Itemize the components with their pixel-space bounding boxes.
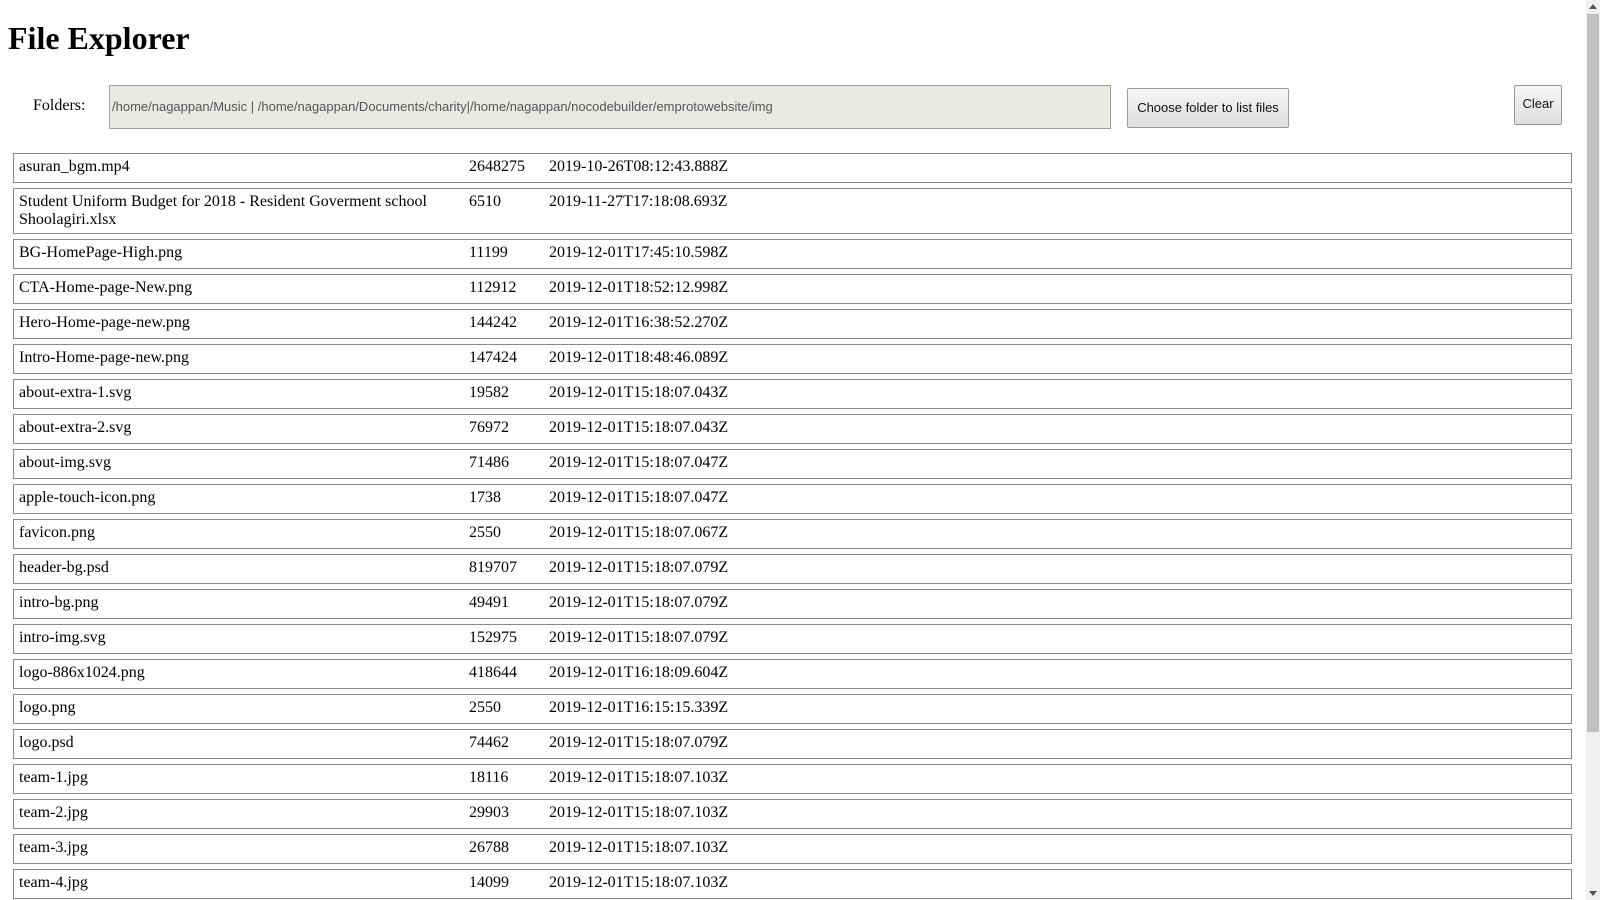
file-name: about-img.svg: [19, 454, 111, 471]
page-title: File Explorer: [8, 20, 190, 56]
file-size: 76972: [469, 419, 509, 436]
file-date: 2019-12-01T16:18:09.604Z: [549, 664, 729, 681]
file-date: 2019-12-01T15:18:07.079Z: [549, 629, 729, 646]
file-size: 1738: [469, 489, 501, 506]
file-date: 2019-12-01T15:18:07.079Z: [549, 594, 729, 611]
file-size: 6510: [469, 193, 501, 210]
file-date: 2019-12-01T15:18:07.067Z: [549, 524, 729, 541]
file-name: intro-bg.png: [19, 594, 99, 611]
file-size: 147424: [469, 349, 517, 366]
file-name: logo-886x1024.png: [19, 664, 145, 681]
file-size: 152975: [469, 629, 517, 646]
file-size: 29903: [469, 804, 509, 821]
file-size: 74462: [469, 734, 509, 751]
file-date: 2019-12-01T15:18:07.047Z: [549, 489, 729, 506]
file-row[interactable]: team-2.jpg 29903 2019-12-01T15:18:07.103Z: [13, 799, 1572, 829]
file-row[interactable]: team-1.jpg 18116 2019-12-01T15:18:07.103Z: [13, 764, 1572, 794]
folders-label: Folders:: [33, 97, 86, 114]
file-size: 418644: [469, 664, 517, 681]
file-name: CTA-Home-page-New.png: [19, 279, 193, 296]
file-name: BG-HomePage-High.png: [19, 244, 183, 261]
file-list: asuran_bgm.mp4 2648275 2019-10-26T08:12:43…: [13, 153, 1572, 900]
file-row[interactable]: intro-bg.png 49491 2019-12-01T15:18:07.079…: [13, 589, 1572, 619]
file-row[interactable]: logo.psd 74462 2019-12-01T15:18:07.079Z: [13, 729, 1572, 759]
file-date: 2019-12-01T16:15:15.339Z: [549, 699, 729, 716]
file-date: 2019-12-01T18:52:12.998Z: [549, 279, 729, 296]
scroll-up-arrow-icon[interactable]: [1589, 4, 1597, 9]
file-name: logo.png: [19, 699, 76, 716]
file-row[interactable]: intro-img.svg 152975 2019-12-01T15:18:07.0…: [13, 624, 1572, 654]
file-name: logo.psd: [19, 734, 74, 751]
file-row[interactable]: asuran_bgm.mp4 2648275 2019-10-26T08:12:43…: [13, 153, 1572, 183]
file-name: apple-touch-icon.png: [19, 489, 156, 506]
file-size: 11199: [469, 244, 508, 261]
file-row[interactable]: apple-touch-icon.png 1738 2019-12-01T15:18…: [13, 484, 1572, 514]
file-row[interactable]: BG-HomePage-High.png 11199 2019-12-01T17:4…: [13, 239, 1572, 269]
file-row[interactable]: about-extra-1.svg 19582 2019-12-01T15:18:0…: [13, 379, 1572, 409]
file-row[interactable]: favicon.png 2550 2019-12-01T15:18:07.067Z: [13, 519, 1572, 549]
file-name: favicon.png: [19, 524, 95, 541]
file-date: 2019-12-01T15:18:07.103Z: [549, 874, 729, 891]
file-size: 19582: [469, 384, 509, 401]
file-size: 819707: [469, 559, 517, 576]
file-size: 71486: [469, 454, 509, 471]
file-row[interactable]: about-extra-2.svg 76972 2019-12-01T15:18:0…: [13, 414, 1572, 444]
vertical-scrollbar[interactable]: [1586, 0, 1600, 900]
file-name: about-extra-2.svg: [19, 419, 132, 436]
file-name: Student Uniform Budget for 2018 - Reside…: [19, 193, 427, 228]
file-size: 49491: [469, 594, 509, 611]
file-date: 2019-12-01T15:18:07.103Z: [549, 804, 729, 821]
file-name: team-2.jpg: [19, 804, 88, 821]
file-size: 18116: [469, 769, 509, 786]
file-row[interactable]: logo.png 2550 2019-12-01T16:15:15.339Z: [13, 694, 1572, 724]
file-name: about-extra-1.svg: [19, 384, 132, 401]
file-row[interactable]: team-4.jpg 14099 2019-12-01T15:18:07.103Z: [13, 869, 1572, 899]
file-row[interactable]: Intro-Home-page-new.png 147424 2019-12-01T…: [13, 344, 1572, 374]
file-name: asuran_bgm.mp4: [19, 158, 130, 175]
file-date: 2019-10-26T08:12:43.888Z: [549, 158, 729, 175]
choose-folder-button[interactable]: Choose folder to list files: [1127, 88, 1289, 128]
file-date: 2019-11-27T17:18:08.693Z: [549, 193, 728, 210]
file-date: 2019-12-01T15:18:07.043Z: [549, 384, 729, 401]
file-date: 2019-12-01T17:45:10.598Z: [549, 244, 729, 261]
file-size: 14099: [469, 874, 509, 891]
file-name: Intro-Home-page-new.png: [19, 349, 190, 366]
file-name: team-4.jpg: [19, 874, 88, 891]
file-date: 2019-12-01T16:38:52.270Z: [549, 314, 729, 331]
file-row[interactable]: Student Uniform Budget for 2018 - Reside…: [13, 188, 1572, 234]
file-date: 2019-12-01T15:18:07.043Z: [549, 419, 729, 436]
file-size: 2550: [469, 699, 501, 716]
file-date: 2019-12-01T15:18:07.103Z: [549, 839, 729, 856]
file-date: 2019-12-01T15:18:07.047Z: [549, 454, 729, 471]
clear-button[interactable]: Clear: [1514, 85, 1562, 125]
file-date: 2019-12-01T18:48:46.089Z: [549, 349, 729, 366]
file-row[interactable]: Hero-Home-page-new.png 144242 2019-12-01T1…: [13, 309, 1572, 339]
file-row[interactable]: logo-886x1024.png 418644 2019-12-01T16:18:…: [13, 659, 1572, 689]
file-row[interactable]: team-3.jpg 26788 2019-12-01T15:18:07.103Z: [13, 834, 1572, 864]
file-name: Hero-Home-page-new.png: [19, 314, 190, 331]
file-size: 26788: [469, 839, 509, 856]
file-size: 144242: [469, 314, 517, 331]
file-row[interactable]: CTA-Home-page-New.png 112912 2019-12-01T18…: [13, 274, 1572, 304]
file-date: 2019-12-01T15:18:07.079Z: [549, 734, 729, 751]
scroll-down-arrow-icon[interactable]: [1589, 891, 1597, 896]
file-date: 2019-12-01T15:18:07.079Z: [549, 559, 729, 576]
file-size: 2550: [469, 524, 501, 541]
file-name: header-bg.psd: [19, 559, 109, 576]
file-size: 112912: [469, 279, 517, 296]
file-size: 2648275: [469, 158, 525, 175]
folders-input[interactable]: /home/nagappan/Music | /home/nagappan/Do…: [109, 85, 1111, 129]
file-name: intro-img.svg: [19, 629, 106, 646]
file-row[interactable]: about-img.svg 71486 2019-12-01T15:18:07.04…: [13, 449, 1572, 479]
file-date: 2019-12-01T15:18:07.103Z: [549, 769, 729, 786]
file-name: team-3.jpg: [19, 839, 88, 856]
scrollbar-thumb[interactable]: [1587, 14, 1599, 732]
page: File Explorer Folders: /home/nagappan/Mu…: [0, 0, 1586, 900]
file-row[interactable]: header-bg.psd 819707 2019-12-01T15:18:07.0…: [13, 554, 1572, 584]
file-name: team-1.jpg: [19, 769, 88, 786]
